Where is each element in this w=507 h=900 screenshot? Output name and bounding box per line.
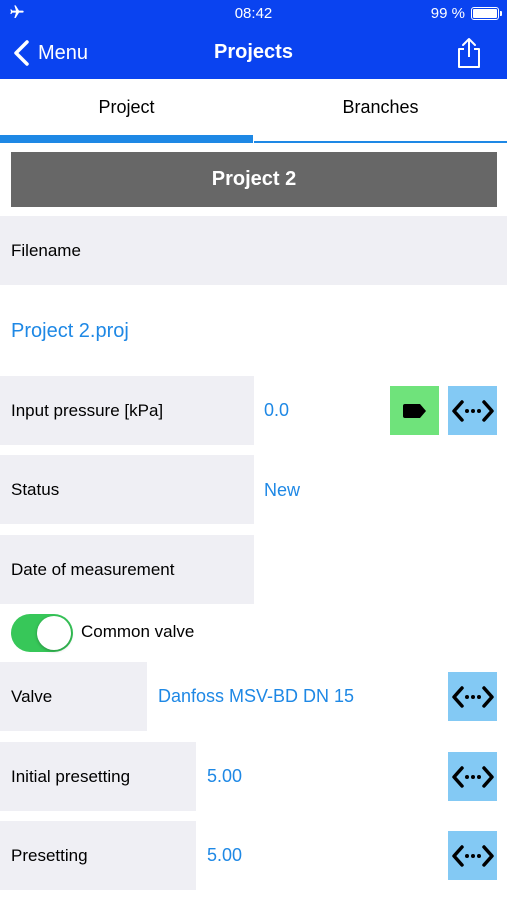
page-title: Projects [214,41,293,63]
filename-label: Filename [0,216,507,285]
date-of-measurement-label: Date of measurement [0,535,254,604]
tag-icon [402,403,426,418]
status-label: Status [0,455,254,524]
valve-label: Valve [0,662,147,731]
tab-underline [254,141,507,143]
initial-presetting-button[interactable] [448,752,497,801]
battery-icon [471,7,502,20]
measure-arrows-icon [451,399,494,422]
tab-project[interactable]: Project [0,79,253,143]
share-icon[interactable] [455,37,483,69]
tag-button[interactable] [390,386,439,435]
battery-percentage: 99 % [430,5,465,22]
input-pressure-measure-button[interactable] [448,386,497,435]
valve-select-button[interactable] [448,672,497,721]
input-pressure-value[interactable]: 0.0 [264,400,289,421]
input-pressure-label: Input pressure [kPa] [0,376,254,445]
toggle-knob [37,616,71,650]
presetting-button[interactable] [448,831,497,880]
measure-arrows-icon [451,765,494,788]
presetting-value[interactable]: 5.00 [207,845,242,866]
initial-presetting-value[interactable]: 5.00 [207,766,242,787]
tab-branches[interactable]: Branches [254,79,507,143]
tab-branches-label: Branches [342,97,419,117]
navigation-bar: Menu Projects [0,27,507,79]
selected-tab-indicator [0,135,253,143]
filename-value[interactable]: Project 2.proj [11,320,129,343]
initial-presetting-label: Initial presetting [0,742,196,811]
common-valve-toggle[interactable] [11,614,73,652]
measure-arrows-icon [451,844,494,867]
project-name-header: Project 2 [11,152,497,207]
tab-bar: Project Branches [0,79,507,143]
tab-project-label: Project [98,97,155,117]
common-valve-label: Common valve [81,622,195,641]
status-bar: 08:42 99 % [0,0,507,27]
presetting-label: Presetting [0,821,196,890]
valve-value[interactable]: Danfoss MSV-BD DN 15 [158,686,354,707]
status-value[interactable]: New [264,480,300,501]
measure-arrows-icon [451,685,494,708]
